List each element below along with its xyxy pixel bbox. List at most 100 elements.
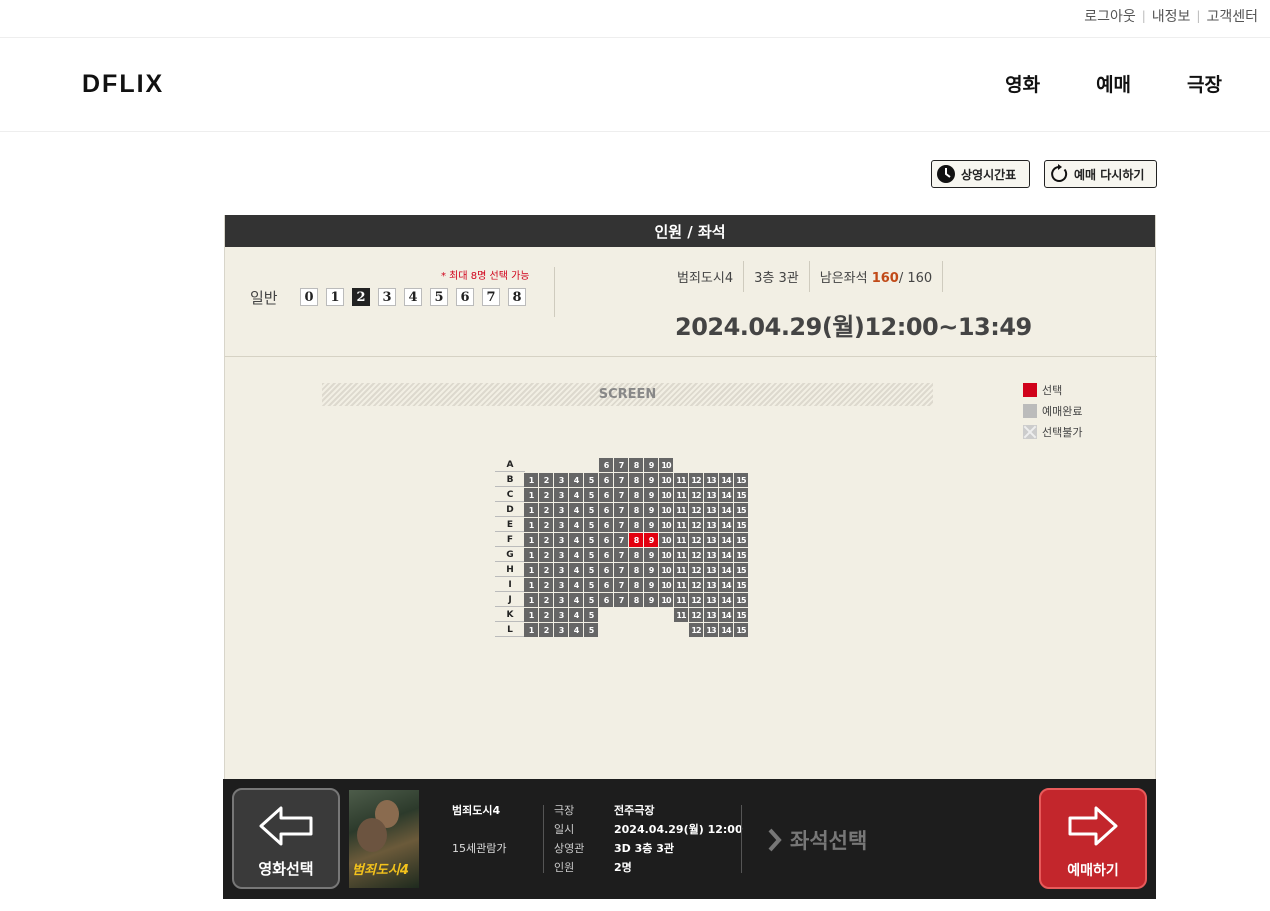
seat-L14[interactable]: 14 [719,623,733,637]
people-count-2[interactable]: 2 [352,288,370,306]
seat-J3[interactable]: 3 [554,593,568,607]
seat-F1[interactable]: 1 [524,533,538,547]
seat-F11[interactable]: 11 [674,533,688,547]
people-count-3[interactable]: 3 [378,288,396,306]
seat-A8[interactable]: 8 [629,458,643,472]
seat-J1[interactable]: 1 [524,593,538,607]
seat-G7[interactable]: 7 [614,548,628,562]
seat-C4[interactable]: 4 [569,488,583,502]
seat-E4[interactable]: 4 [569,518,583,532]
logout-link[interactable]: 로그아웃 [1084,6,1136,26]
seat-D2[interactable]: 2 [539,503,553,517]
seat-J14[interactable]: 14 [719,593,733,607]
seat-B5[interactable]: 5 [584,473,598,487]
seat-J8[interactable]: 8 [629,593,643,607]
seat-L3[interactable]: 3 [554,623,568,637]
seat-D9[interactable]: 9 [644,503,658,517]
seat-J5[interactable]: 5 [584,593,598,607]
seat-H15[interactable]: 15 [734,563,748,577]
seat-E13[interactable]: 13 [704,518,718,532]
seat-F6[interactable]: 6 [599,533,613,547]
seat-B3[interactable]: 3 [554,473,568,487]
people-count-5[interactable]: 5 [430,288,448,306]
seat-B15[interactable]: 15 [734,473,748,487]
seat-K2[interactable]: 2 [539,608,553,622]
seat-C10[interactable]: 10 [659,488,673,502]
seat-G11[interactable]: 11 [674,548,688,562]
seat-I14[interactable]: 14 [719,578,733,592]
seat-L5[interactable]: 5 [584,623,598,637]
seat-B9[interactable]: 9 [644,473,658,487]
seat-J6[interactable]: 6 [599,593,613,607]
seat-F14[interactable]: 14 [719,533,733,547]
seat-H6[interactable]: 6 [599,563,613,577]
seat-F7[interactable]: 7 [614,533,628,547]
seat-A10[interactable]: 10 [659,458,673,472]
seat-F13[interactable]: 13 [704,533,718,547]
seat-C5[interactable]: 5 [584,488,598,502]
seat-I9[interactable]: 9 [644,578,658,592]
seat-D14[interactable]: 14 [719,503,733,517]
seat-H2[interactable]: 2 [539,563,553,577]
seat-K3[interactable]: 3 [554,608,568,622]
people-count-1[interactable]: 1 [326,288,344,306]
seat-G3[interactable]: 3 [554,548,568,562]
seat-K14[interactable]: 14 [719,608,733,622]
movie-poster[interactable]: 범죄도시4 [349,790,419,888]
seat-D13[interactable]: 13 [704,503,718,517]
seat-A7[interactable]: 7 [614,458,628,472]
seat-D5[interactable]: 5 [584,503,598,517]
reset-booking-button[interactable]: 예매 다시하기 [1044,160,1157,188]
nav-movie[interactable]: 영화 [1005,70,1040,97]
seat-H9[interactable]: 9 [644,563,658,577]
seat-E14[interactable]: 14 [719,518,733,532]
seat-C12[interactable]: 12 [689,488,703,502]
seat-C9[interactable]: 9 [644,488,658,502]
seat-K1[interactable]: 1 [524,608,538,622]
seat-E12[interactable]: 12 [689,518,703,532]
seat-D7[interactable]: 7 [614,503,628,517]
seat-E8[interactable]: 8 [629,518,643,532]
seat-B7[interactable]: 7 [614,473,628,487]
seat-K13[interactable]: 13 [704,608,718,622]
seat-C7[interactable]: 7 [614,488,628,502]
seat-D1[interactable]: 1 [524,503,538,517]
seat-J15[interactable]: 15 [734,593,748,607]
seat-I5[interactable]: 5 [584,578,598,592]
seat-I4[interactable]: 4 [569,578,583,592]
seat-G14[interactable]: 14 [719,548,733,562]
seat-G2[interactable]: 2 [539,548,553,562]
seat-L13[interactable]: 13 [704,623,718,637]
seat-H12[interactable]: 12 [689,563,703,577]
seat-E10[interactable]: 10 [659,518,673,532]
seat-C14[interactable]: 14 [719,488,733,502]
seat-E15[interactable]: 15 [734,518,748,532]
seat-D15[interactable]: 15 [734,503,748,517]
seat-F4[interactable]: 4 [569,533,583,547]
seat-C6[interactable]: 6 [599,488,613,502]
seat-H7[interactable]: 7 [614,563,628,577]
seat-I3[interactable]: 3 [554,578,568,592]
my-info-link[interactable]: 내정보 [1152,6,1191,26]
seat-H4[interactable]: 4 [569,563,583,577]
seat-D12[interactable]: 12 [689,503,703,517]
seat-I15[interactable]: 15 [734,578,748,592]
seat-F3[interactable]: 3 [554,533,568,547]
seat-I6[interactable]: 6 [599,578,613,592]
seat-D3[interactable]: 3 [554,503,568,517]
seat-G6[interactable]: 6 [599,548,613,562]
seat-F9[interactable]: 9 [644,533,658,547]
seat-I1[interactable]: 1 [524,578,538,592]
seat-G9[interactable]: 9 [644,548,658,562]
seat-D10[interactable]: 10 [659,503,673,517]
seat-E2[interactable]: 2 [539,518,553,532]
seat-D11[interactable]: 11 [674,503,688,517]
seat-B6[interactable]: 6 [599,473,613,487]
prev-step-button[interactable]: 영화선택 [232,788,340,889]
seat-E11[interactable]: 11 [674,518,688,532]
seat-H8[interactable]: 8 [629,563,643,577]
seat-J2[interactable]: 2 [539,593,553,607]
seat-B14[interactable]: 14 [719,473,733,487]
seat-F5[interactable]: 5 [584,533,598,547]
seat-F15[interactable]: 15 [734,533,748,547]
